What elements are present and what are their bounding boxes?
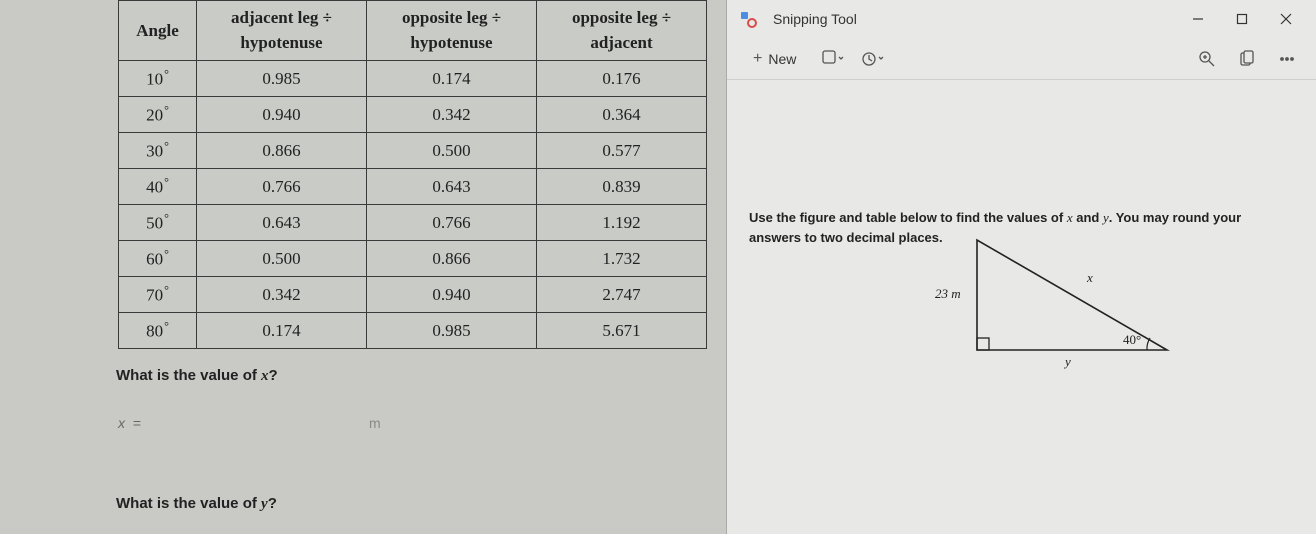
question-y: What is the value of y? [116, 495, 726, 513]
table-row: 20°0.9400.3420.364 [119, 97, 707, 133]
col-header-adj-hyp-top: adjacent leg ÷ [197, 1, 367, 31]
col-header-adj-hyp-bot: hypotenuse [197, 31, 367, 61]
snipping-tool-window: Snipping Tool + New Use the [726, 0, 1316, 534]
table-row: 80°0.1740.9855.671 [119, 313, 707, 349]
plus-icon: + [753, 50, 762, 68]
captured-content: Use the figure and table below to find t… [727, 80, 1316, 534]
base-y-label: y [1065, 354, 1071, 370]
snipping-tool-icon [739, 10, 757, 28]
table-row: 10°0.9850.1740.176 [119, 61, 707, 97]
maximize-button[interactable] [1220, 0, 1264, 38]
table-row: 50°0.6430.7661.192 [119, 205, 707, 241]
titlebar: Snipping Tool [727, 0, 1316, 38]
table-row: 30°0.8660.5000.577 [119, 133, 707, 169]
col-header-opp-hyp-top: opposite leg ÷ [367, 1, 537, 31]
toolbar: + New [727, 38, 1316, 80]
new-button[interactable]: + New [741, 46, 808, 72]
more-icon[interactable] [1272, 44, 1302, 74]
copy-icon[interactable] [1232, 44, 1262, 74]
snip-mode-dropdown[interactable] [818, 44, 848, 74]
answer-row-x: x = m [118, 415, 726, 431]
col-header-angle: Angle [119, 1, 197, 61]
table-row: 70°0.3420.9402.747 [119, 277, 707, 313]
col-header-opp-hyp-bot: hypotenuse [367, 31, 537, 61]
hypotenuse-x-label: x [1087, 270, 1093, 286]
triangle-figure: 23 m x 40° y [947, 220, 1187, 373]
angle-40-label: 40° [1123, 332, 1141, 348]
table-row: 40°0.7660.6430.839 [119, 169, 707, 205]
minimize-button[interactable] [1176, 0, 1220, 38]
table-row: 60°0.5000.8661.732 [119, 241, 707, 277]
close-button[interactable] [1264, 0, 1308, 38]
question-x: What is the value of x? [116, 367, 726, 385]
col-header-opp-adj-bot: adjacent [537, 31, 707, 61]
delay-dropdown[interactable] [858, 44, 888, 74]
zoom-icon[interactable] [1192, 44, 1222, 74]
app-title: Snipping Tool [773, 11, 857, 27]
side-23m-label: 23 m [935, 286, 961, 302]
trig-ratio-table: Angle adjacent leg ÷ opposite leg ÷ oppo… [118, 0, 707, 349]
col-header-opp-adj-top: opposite leg ÷ [537, 1, 707, 31]
